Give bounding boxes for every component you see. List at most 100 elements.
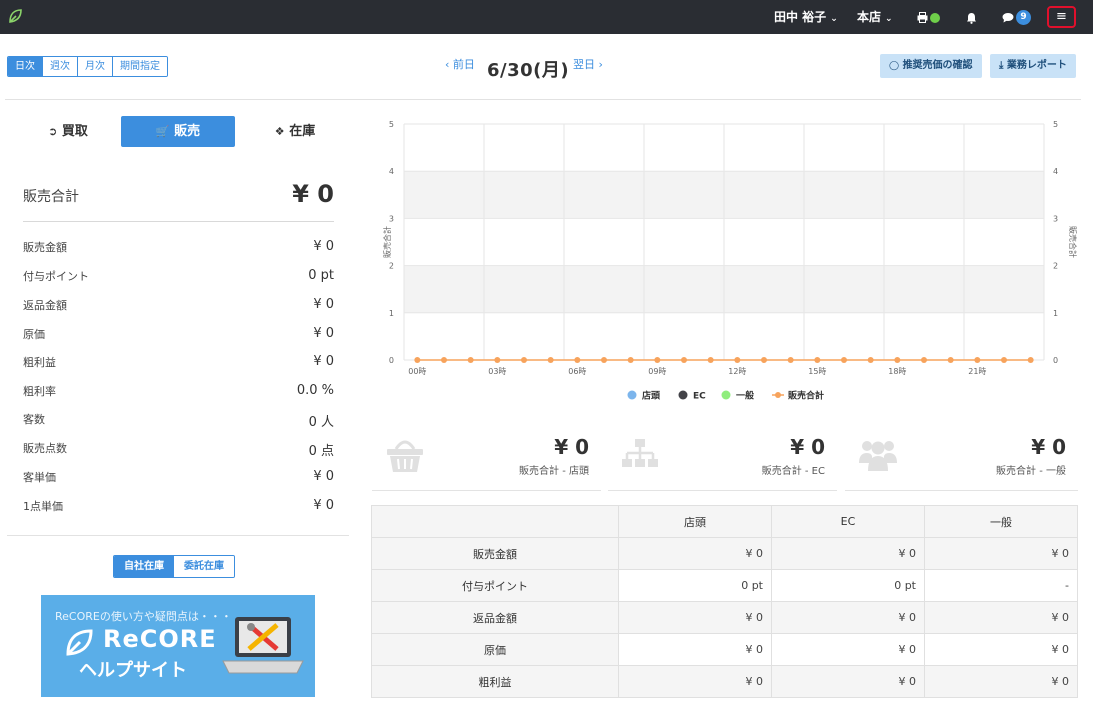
y-tick-label-right: 0 [1053, 356, 1058, 365]
users-icon [859, 441, 897, 471]
recommend-price-button[interactable]: ◯ 推奨売価の確認 [880, 54, 982, 78]
table-row: 付与ポイント 0 pt 0 pt - [371, 569, 1078, 602]
row-label: 原価 [371, 633, 619, 666]
card-ec: ¥ 0 販売合計 - EC [608, 431, 837, 491]
x-tick-label: 15時 [808, 367, 826, 376]
table-header-row: 店頭 EC 一般 [371, 505, 1078, 538]
x-tick-label: 09時 [648, 367, 666, 376]
tab-custom-period[interactable]: 期間指定 [112, 57, 167, 76]
stat-label: 原価 [23, 328, 45, 341]
printer-status-dot [930, 12, 940, 23]
tab-inventory[interactable]: ❖ 在庫 [250, 116, 340, 147]
tab-purchase[interactable]: ➲ 買取 [23, 116, 113, 147]
user-menu[interactable]: 田中 裕子 ⌄ [774, 0, 838, 34]
recore-logo-icon[interactable] [7, 8, 23, 24]
stat-row: 返品金額 ¥ 0 [23, 297, 334, 317]
y-axis-title-left: 販売合計 [382, 226, 392, 258]
period-tabs: 日次 週次 月次 期間指定 [7, 56, 168, 77]
hamburger-menu-button[interactable]: ≡ [1047, 6, 1076, 28]
row-label: 粗利益 [371, 665, 619, 698]
data-point [867, 357, 874, 363]
printer-icon [917, 12, 928, 23]
table-row: 販売金額 ¥ 0 ¥ 0 ¥ 0 [371, 537, 1078, 570]
card-ec-label: 販売合計 - EC [761, 466, 825, 477]
store-name: 本店 [857, 10, 882, 24]
legend-marker [627, 390, 637, 400]
data-point [841, 357, 847, 363]
tab-purchase-label: 買取 [61, 124, 88, 139]
stat-label: 1点単価 [23, 500, 63, 513]
legend-item: EC [678, 390, 706, 402]
data-point [681, 357, 687, 363]
stat-label: 付与ポイント [23, 270, 89, 283]
legend-label: EC [693, 392, 706, 402]
store-menu[interactable]: 本店 ⌄ [857, 0, 893, 34]
legend-item: 販売合計 [772, 390, 824, 402]
card-underline [372, 490, 601, 491]
hourly-sales-chart: 0 0 1 1 2 2 3 3 4 4 5 5 販売合計 販売合計 00時 03時 06時 09時 12時 15時 18… [372, 110, 1080, 410]
cart-icon: 🛒 [155, 125, 170, 138]
stat-label: 返品金額 [23, 299, 67, 312]
table-row: 原価 ¥ 0 ¥ 0 ¥ 0 [371, 633, 1078, 666]
x-tick-label: 00時 [408, 367, 426, 376]
card-underline [608, 490, 837, 491]
stat-row: 客数 0 人 [23, 411, 334, 431]
y-axis-title-right: 販売合計 [1068, 226, 1078, 258]
stat-row: 客単価 ¥ 0 [23, 469, 334, 489]
basket-icon [387, 440, 423, 472]
data-point [441, 357, 447, 363]
stat-label: 客単価 [23, 471, 56, 484]
consignment-stock-button[interactable]: 委託在庫 [174, 556, 234, 577]
printer-status[interactable] [917, 0, 940, 34]
data-point [734, 357, 741, 363]
y-tick-label-right: 5 [1053, 120, 1058, 129]
comment-icon [1002, 13, 1014, 23]
recommend-price-label: 推奨売価の確認 [902, 60, 973, 71]
table-cell: ¥ 0 [771, 665, 925, 698]
y-tick-label-right: 3 [1053, 214, 1058, 223]
own-stock-button[interactable]: 自社在庫 [114, 556, 174, 577]
next-day-link[interactable]: 翌日 › [573, 56, 603, 72]
top-navigation-bar: 田中 裕子 ⌄ 本店 ⌄ 9 ≡ [0, 0, 1093, 34]
chevron-left-icon: ‹ [445, 58, 450, 71]
table-cell: 0 pt [771, 569, 925, 602]
y-tick-label-left: 2 [389, 262, 394, 271]
data-point [547, 357, 554, 363]
table-row: 返品金額 ¥ 0 ¥ 0 ¥ 0 [371, 601, 1078, 634]
prev-day-link[interactable]: ‹ 前日 [445, 56, 475, 72]
table-cell: ¥ 0 [771, 537, 925, 570]
help-site-banner[interactable]: ReCOREの使い方や疑問点は・・・ ReCORE ヘルプサイト [41, 595, 315, 697]
stat-row: 粗利率 0.0 % [23, 383, 334, 403]
table-cell: ¥ 0 [924, 537, 1078, 570]
chevron-down-icon: ⌄ [830, 14, 838, 24]
notifications-button[interactable] [966, 0, 977, 34]
prev-day-label: 前日 [452, 58, 475, 71]
data-point [894, 357, 901, 363]
stat-row: 付与ポイント 0 pt [23, 268, 334, 288]
y-tick-label-left: 3 [389, 214, 394, 223]
sales-total-value: ¥ 0 [292, 180, 334, 208]
y-tick-label-right: 4 [1053, 167, 1058, 176]
table-cell: ¥ 0 [771, 633, 925, 666]
tab-daily[interactable]: 日次 [8, 57, 42, 76]
business-report-button[interactable]: ⤓ 業務レポート [990, 54, 1076, 78]
tab-weekly[interactable]: 週次 [42, 57, 77, 76]
y-tick-label-left: 1 [389, 309, 394, 318]
y-tick-label-left: 0 [389, 356, 394, 365]
tab-monthly[interactable]: 月次 [77, 57, 112, 76]
table-cell: ¥ 0 [618, 633, 772, 666]
stat-value: 0 pt [308, 268, 334, 283]
data-point [627, 357, 634, 363]
chevron-right-icon: › [598, 58, 603, 71]
data-point [814, 357, 821, 363]
legend-marker [721, 390, 731, 400]
tab-sales[interactable]: 🛒 販売 [121, 116, 235, 147]
data-point [414, 357, 421, 363]
stat-row: 販売金額 ¥ 0 [23, 239, 334, 259]
stat-row: 原価 ¥ 0 [23, 326, 334, 346]
stock-type-toggle: 自社在庫 委託在庫 [113, 555, 235, 578]
messages-button[interactable]: 9 [1002, 0, 1031, 34]
table-header: EC [771, 505, 925, 538]
chevron-down-icon: ⌄ [885, 14, 893, 24]
table-row: 粗利益 ¥ 0 ¥ 0 ¥ 0 [371, 665, 1078, 698]
